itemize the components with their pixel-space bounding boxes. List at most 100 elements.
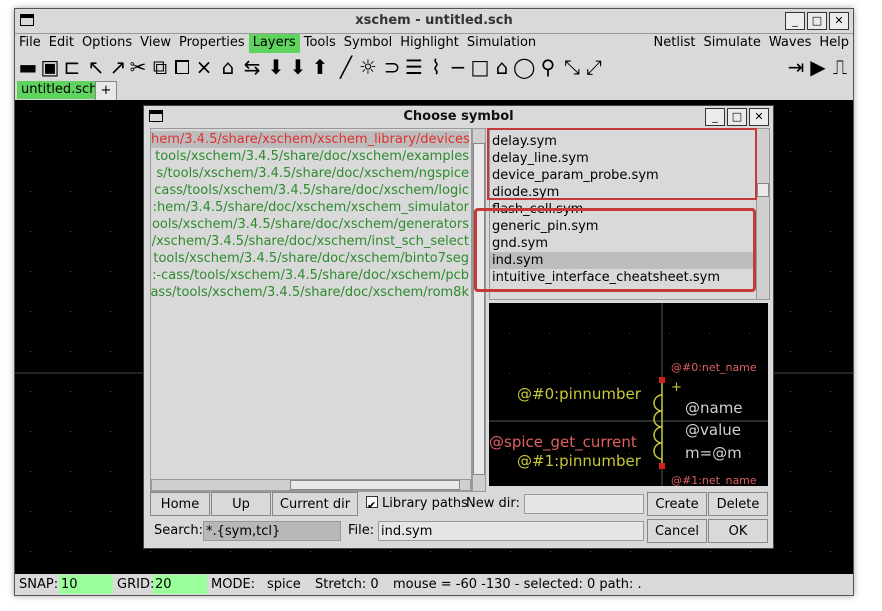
file-list-vscrollbar[interactable] [756, 128, 770, 300]
library-paths-checkbox[interactable]: Library paths [366, 492, 468, 518]
menu-netlist[interactable]: Netlist [650, 34, 700, 53]
current-dir-button[interactable]: Current dir [272, 492, 358, 516]
menu-edit[interactable]: Edit [45, 34, 78, 53]
pin-icon[interactable]: ⊃ [381, 54, 403, 80]
rect-icon[interactable]: □ [469, 54, 491, 80]
check-icon[interactable] [366, 494, 378, 518]
path-item[interactable]: ass/tools/xschem/3.4.5/share/doc/xschem/… [151, 284, 469, 301]
pull-up-icon[interactable]: ⬆ [309, 54, 331, 80]
add-tab-button[interactable]: + [95, 81, 117, 101]
dialog-close-button[interactable]: ✕ [749, 108, 769, 126]
menu-file[interactable]: File [15, 34, 45, 53]
tab-untitled[interactable]: untitled.sch [17, 81, 102, 99]
menu-tools[interactable]: Tools [300, 34, 340, 53]
polygon-icon[interactable]: ⌂ [491, 54, 513, 80]
path-item[interactable]: tools/xschem/3.4.5/share/doc/xschem/exam… [155, 148, 469, 165]
save-icon[interactable]: ▣ [39, 54, 61, 80]
push-down-icon[interactable]: ⬇ [265, 54, 287, 80]
tab-bar: untitled.sch + [15, 80, 853, 101]
ok-button[interactable]: OK [708, 519, 768, 543]
zoom-out-icon[interactable]: ⤢ [583, 54, 605, 80]
waves-icon[interactable]: ⎍ [829, 54, 851, 80]
text-icon[interactable]: ☰ [403, 54, 425, 80]
pin-0-marker [659, 377, 665, 383]
snap-value[interactable]: 10 [59, 575, 113, 594]
symbol-file-list[interactable]: delay.sym delay_line.sym device_param_pr… [489, 128, 757, 300]
dialog-maximize-button[interactable]: □ [727, 108, 747, 126]
file-item[interactable]: delay.sym [492, 133, 557, 150]
redo-icon[interactable]: ↗ [107, 54, 129, 80]
menu-simulate[interactable]: Simulate [699, 34, 764, 53]
delete-button[interactable]: Delete [708, 492, 768, 516]
dialog-minimize-button[interactable]: _ [705, 108, 725, 126]
delete-icon[interactable]: × [193, 54, 215, 80]
arc-icon[interactable]: ◯ [513, 54, 535, 80]
path-item[interactable]: tools/xschem/3.4.5/share/doc/xschem/bint… [153, 250, 469, 267]
library-path-list[interactable]: hem/3.4.5/share/xschem/xschem_library/de… [150, 128, 472, 492]
window-title: xschem - untitled.sch [355, 13, 513, 28]
maximize-button[interactable]: □ [807, 12, 827, 30]
path-vscroll-thumb[interactable] [473, 143, 485, 475]
minimize-button[interactable]: _ [785, 12, 805, 30]
path-item[interactable]: :hem/3.4.5/share/doc/xschem/xschem_simul… [153, 199, 469, 216]
path-item[interactable]: hem/3.4.5/share/xschem/xschem_library/de… [151, 131, 470, 148]
home-button[interactable]: Home [150, 492, 210, 516]
path-item[interactable]: ools/xschem/3.4.5/share/doc/xschem/gener… [152, 216, 469, 233]
cut-icon[interactable]: ✂ [127, 54, 149, 80]
insert-symbol-icon[interactable]: ⌂ [217, 54, 239, 80]
menu-highlight[interactable]: Highlight [396, 34, 463, 53]
netlist-icon[interactable]: ⇥ [785, 54, 807, 80]
path-item[interactable]: /xschem/3.4.5/share/doc/xschem/inst_sch_… [152, 233, 469, 250]
menu-view[interactable]: View [136, 34, 175, 53]
menu-layers[interactable]: Layers [248, 34, 300, 53]
open-folder-icon[interactable]: ▬ [17, 54, 39, 80]
inductor-coil [653, 394, 663, 460]
cancel-button[interactable]: Cancel [647, 519, 707, 543]
file-item[interactable]: device_param_probe.sym [492, 167, 659, 184]
toolbar: ▬ ▣ ⊏ ↖ ↗ ✂ ⧉ ⧠ × ⌂ ⇆ ⬇ ⬇ ⬆ ╱ ☼ ⊃ ☰ ⌇ − … [15, 54, 853, 80]
path-item[interactable]: :-cass/tools/xschem/3.4.5/share/doc/xsch… [152, 267, 469, 284]
file-item[interactable]: intuitive_interface_cheatsheet.sym [492, 269, 720, 286]
file-item[interactable]: gnd.sym [492, 235, 548, 252]
paste-icon[interactable]: ⧠ [171, 54, 193, 80]
file-item[interactable]: diode.sym [492, 184, 559, 201]
copy-icon[interactable]: ⧉ [149, 54, 171, 80]
create-button[interactable]: Create [647, 492, 707, 516]
path-list-vscrollbar[interactable] [472, 128, 486, 492]
path-hscroll-thumb[interactable] [290, 480, 460, 490]
file-item[interactable]: generic_pin.sym [492, 218, 598, 235]
net-label-icon[interactable]: ⌇ [425, 54, 447, 80]
menu-bar: File Edit Options View Properties Layers… [15, 34, 853, 54]
menu-simulation[interactable]: Simulation [463, 34, 540, 53]
path-item[interactable]: s/tools/xschem/3.4.5/share/doc/xschem/ng… [156, 165, 469, 182]
search-icon[interactable]: ⚲ [537, 54, 559, 80]
menu-properties[interactable]: Properties [175, 34, 249, 53]
menu-symbol[interactable]: Symbol [340, 34, 396, 53]
menu-options[interactable]: Options [78, 34, 136, 53]
file-input[interactable]: ind.sym [378, 521, 644, 541]
descend-icon[interactable]: ⬇ [287, 54, 309, 80]
search-input[interactable]: *.{sym,tcl} [203, 521, 341, 541]
stretch-status: Stretch: 0 [315, 577, 379, 592]
up-button[interactable]: Up [211, 492, 271, 516]
menu-waves[interactable]: Waves [765, 34, 815, 53]
file-item-selected[interactable]: ind.sym [490, 252, 756, 269]
grid-value[interactable]: 20 [153, 575, 207, 594]
file-vscroll-thumb[interactable] [757, 183, 769, 197]
wire-icon[interactable]: ╱ [335, 54, 357, 80]
highlight-icon[interactable]: ☼ [357, 54, 379, 80]
file-item[interactable]: flash_cell.sym [492, 201, 583, 218]
line-icon[interactable]: − [447, 54, 469, 80]
zoom-in-icon[interactable]: ⤡ [561, 54, 583, 80]
path-list-hscrollbar[interactable] [151, 479, 471, 491]
simulate-icon[interactable]: ▶ [807, 54, 829, 80]
new-dir-field[interactable] [524, 494, 644, 514]
move-icon[interactable]: ⇆ [241, 54, 263, 80]
mode-value: spice [267, 577, 301, 592]
file-item[interactable]: delay_line.sym [492, 150, 589, 167]
close-button[interactable]: ✕ [829, 12, 849, 30]
menu-help[interactable]: Help [815, 34, 853, 53]
new-window-icon[interactable]: ⊏ [61, 54, 83, 80]
path-item[interactable]: cass/tools/xschem/3.4.5/share/doc/xschem… [154, 182, 469, 199]
undo-icon[interactable]: ↖ [85, 54, 107, 80]
